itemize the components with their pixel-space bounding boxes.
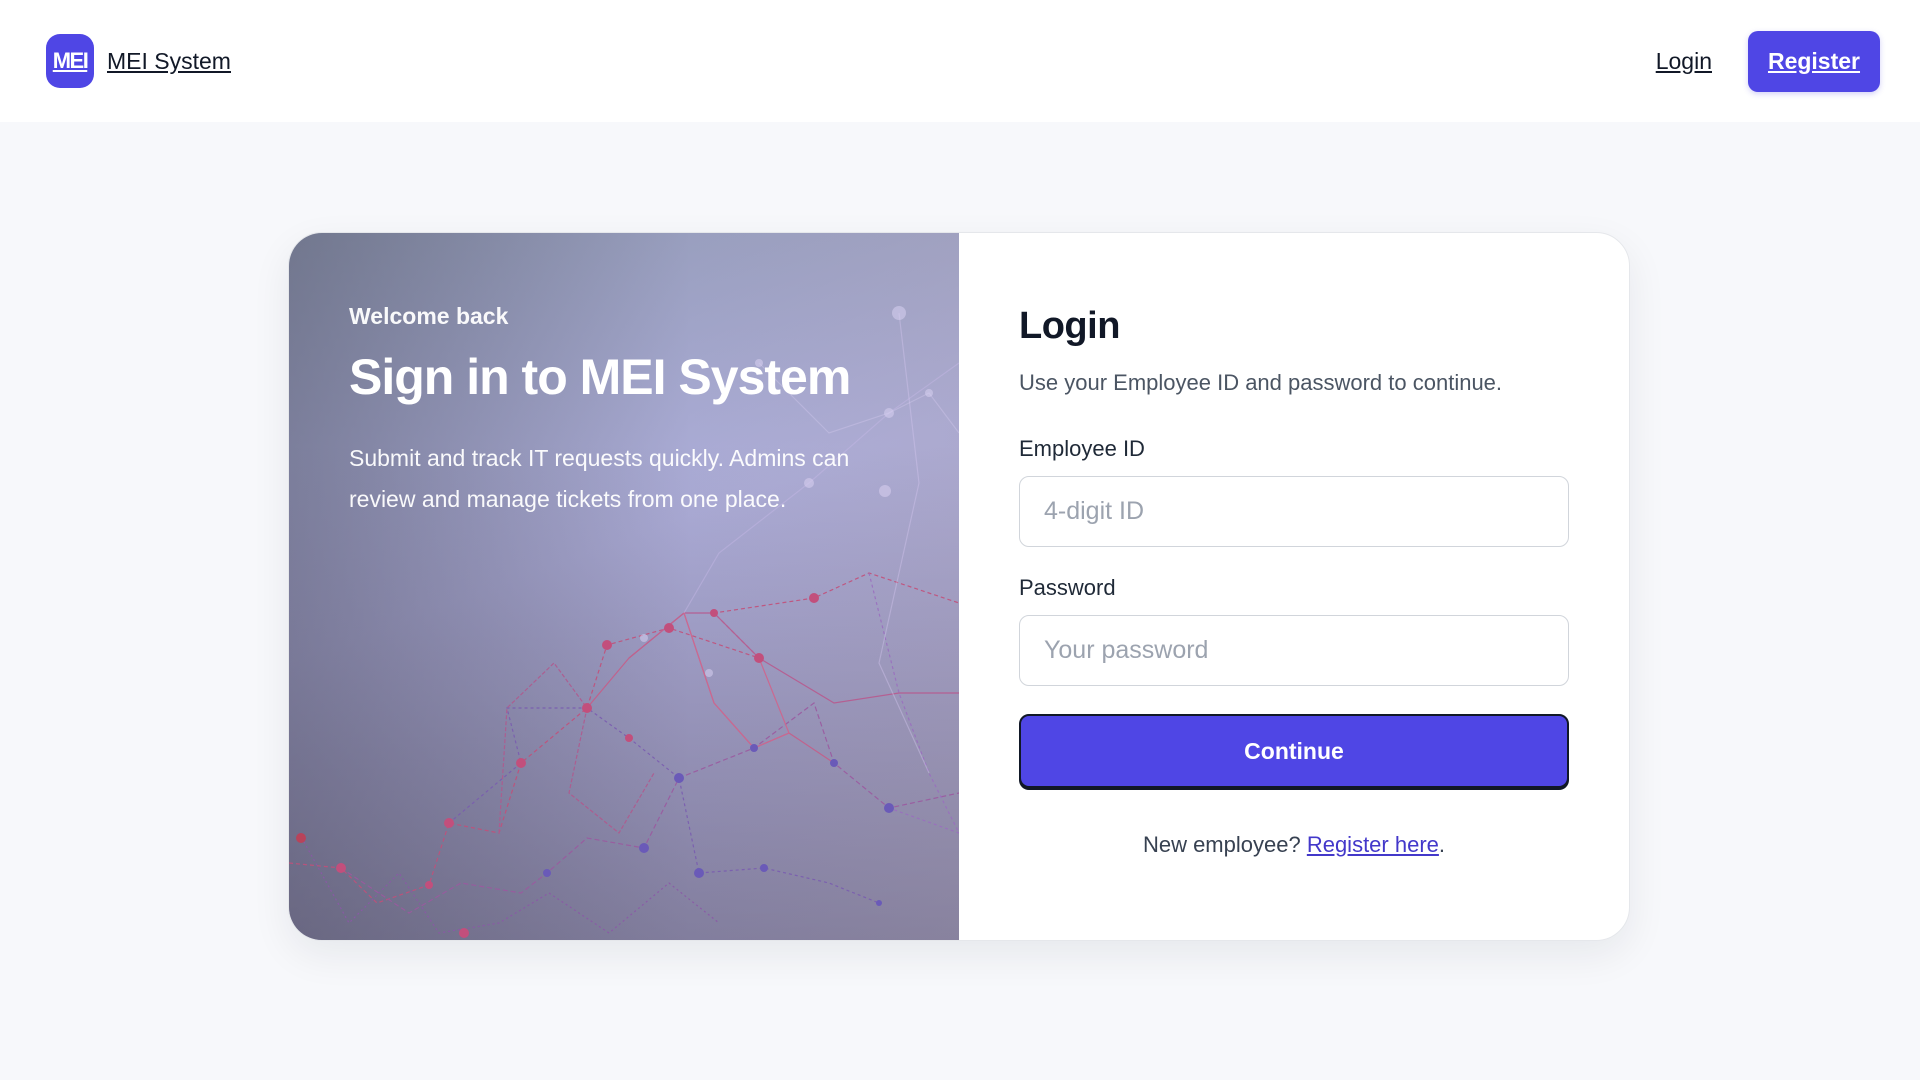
- login-card: Welcome back Sign in to MEI System Submi…: [288, 232, 1630, 941]
- password-input[interactable]: [1019, 615, 1569, 686]
- hero-content: Welcome back Sign in to MEI System Submi…: [349, 303, 869, 520]
- nav-register-button[interactable]: Register: [1748, 30, 1880, 92]
- register-prompt-text: New employee?: [1142, 832, 1307, 857]
- password-label: Password: [1019, 575, 1116, 600]
- password-field-group: Password: [1019, 575, 1569, 686]
- register-prompt-suffix: .: [1438, 832, 1446, 857]
- register-prompt: New employee? Register here.: [1019, 832, 1569, 858]
- register-here-link[interactable]: Register here: [1307, 832, 1439, 857]
- brand-name: MEI System: [107, 47, 231, 74]
- top-nav: MEI MEI System Login Register: [0, 0, 1920, 122]
- hero-title: Sign in to MEI System: [349, 349, 851, 405]
- form-title: Login: [1019, 305, 1120, 347]
- employee-id-input[interactable]: [1019, 476, 1569, 547]
- nav-login-link[interactable]: Login: [1656, 48, 1712, 75]
- brand-link[interactable]: MEI MEI System: [46, 34, 231, 88]
- login-form-panel: Login Use your Employee ID and password …: [959, 233, 1629, 940]
- nav-actions: Login Register: [1656, 30, 1880, 92]
- hero-description: Submit and track IT requests quickly. Ad…: [349, 445, 850, 512]
- employee-id-field-group: Employee ID: [1019, 436, 1569, 547]
- brand-logo-icon: MEI: [46, 34, 94, 88]
- hero-eyebrow: Welcome back: [349, 303, 509, 329]
- employee-id-label: Employee ID: [1019, 436, 1145, 461]
- hero-panel: Welcome back Sign in to MEI System Submi…: [289, 233, 959, 940]
- continue-button[interactable]: Continue: [1019, 714, 1569, 788]
- form-subtitle: Use your Employee ID and password to con…: [1019, 370, 1503, 395]
